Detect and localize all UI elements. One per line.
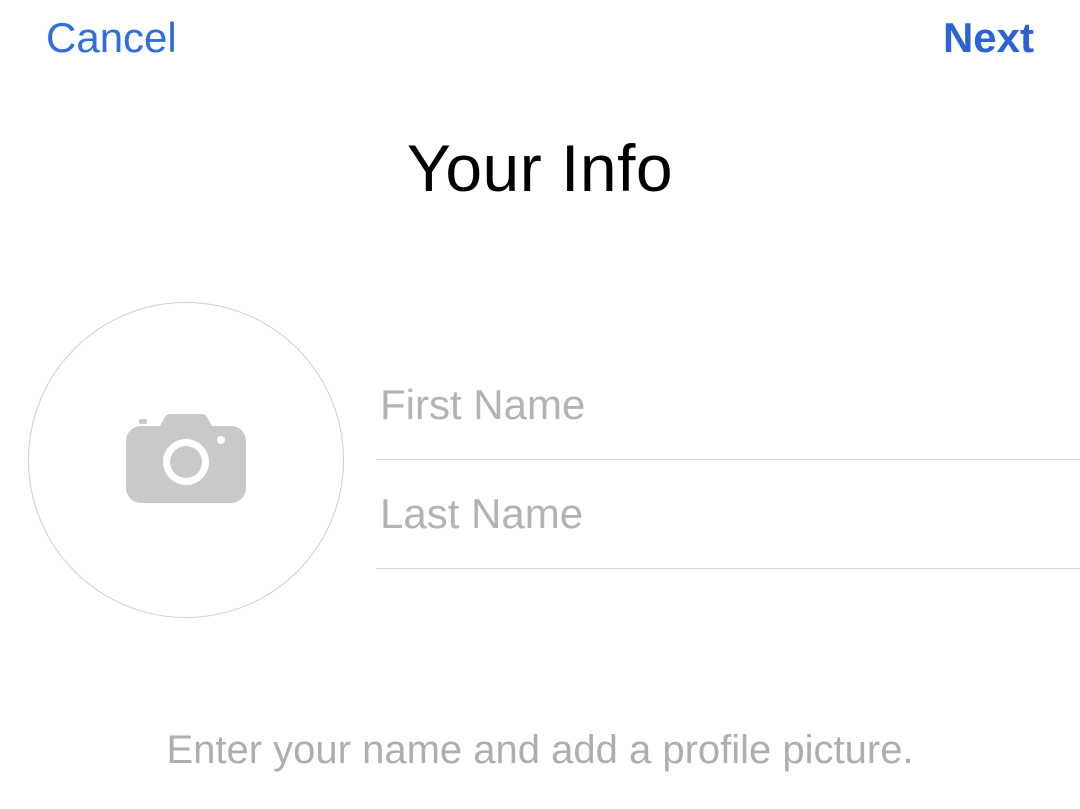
- next-button[interactable]: Next: [943, 14, 1034, 62]
- first-name-input[interactable]: [376, 351, 1080, 460]
- add-profile-picture-button[interactable]: [28, 302, 344, 618]
- camera-icon: [126, 408, 246, 513]
- form-row: [0, 302, 1080, 618]
- cancel-button[interactable]: Cancel: [46, 14, 177, 62]
- name-fields: [376, 351, 1080, 569]
- last-name-input[interactable]: [376, 460, 1080, 569]
- helper-text: Enter your name and add a profile pictur…: [0, 728, 1080, 773]
- navbar: Cancel Next: [0, 0, 1080, 62]
- page-title: Your Info: [0, 130, 1080, 206]
